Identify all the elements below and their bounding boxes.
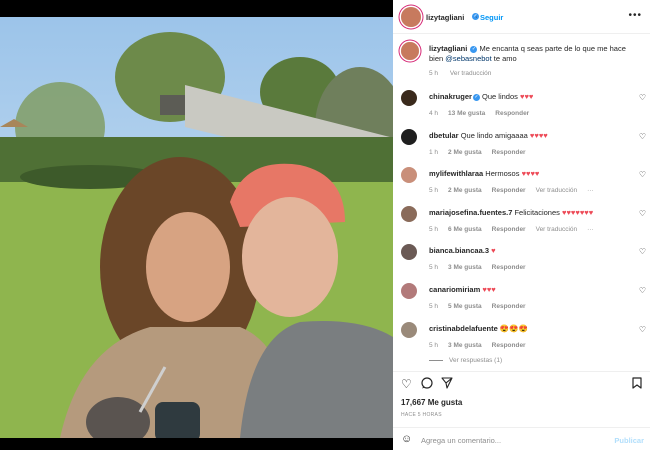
paper-plane-icon[interactable] (441, 377, 453, 392)
commenter-username[interactable]: bianca.biancaa.3 (429, 246, 489, 255)
caption-translate-link[interactable]: Ver traducción (450, 70, 492, 77)
comment-input[interactable]: Agrega un comentario... (421, 436, 501, 445)
commenter-avatar[interactable] (401, 167, 417, 183)
comment-emoji: ♥♥♥♥♥♥♥ (562, 208, 594, 217)
posted-ago: HACE 5 HORAS (401, 412, 442, 418)
add-comment-bar: ☺ Agrega un comentario... Publicar (393, 427, 650, 450)
comment-like-heart-icon[interactable]: ♡ (639, 170, 646, 179)
verified-badge-icon: ✓ (472, 93, 480, 101)
commenter-username[interactable]: mariajosefina.fuentes.7 (429, 208, 512, 217)
comment-time: 5 h (429, 226, 439, 233)
caption-mention-link[interactable]: @sebasnebot (445, 54, 491, 63)
comment-time: 4 h (429, 110, 439, 117)
photo-image (0, 17, 393, 438)
commenter-avatar[interactable] (401, 90, 417, 106)
comment-like-heart-icon[interactable]: ♡ (639, 286, 646, 295)
comment-emoji: ♥ (491, 246, 496, 255)
post-side-panel: lizytagliani ✓ · Seguir ••• lizytagliani… (393, 0, 650, 450)
comment-like-heart-icon[interactable]: ♡ (639, 93, 646, 102)
comment-likes[interactable]: 6 Me gusta (448, 226, 482, 233)
comment-emoji: ♥♥♥♥ (521, 169, 540, 178)
comment-time: 5 h (429, 264, 439, 271)
translate-link[interactable]: Ver traducción (536, 226, 578, 233)
commenter-username[interactable]: cristinabdelafuente (429, 324, 498, 333)
caption-author-avatar[interactable] (401, 42, 419, 60)
author-avatar[interactable] (401, 7, 421, 27)
commenter-avatar[interactable] (401, 244, 417, 260)
follow-button[interactable]: Seguir (480, 13, 503, 22)
comment-text: Que lindos (482, 92, 520, 101)
reply-button[interactable]: Responder (495, 110, 529, 117)
comment-like-heart-icon[interactable]: ♡ (639, 132, 646, 141)
comment-text: Que lindo amigaaaa (460, 131, 530, 140)
separator-dot: · (475, 12, 478, 21)
post-photo[interactable] (0, 17, 393, 438)
commenter-username[interactable]: dbetular (429, 131, 459, 140)
comment-time: 5 h (429, 303, 439, 310)
verified-badge-icon: ✓ (470, 45, 478, 53)
comment-options-icon[interactable]: ··· (587, 226, 594, 233)
commenter-username[interactable]: canariomiriam (429, 285, 480, 294)
comment-likes[interactable]: 3 Me gusta (448, 342, 482, 349)
replies-line (429, 359, 443, 361)
commenter-username[interactable]: chinakruger (429, 92, 472, 101)
comment-time: 1 h (429, 149, 439, 156)
comment-time: 5 h (429, 342, 439, 349)
reply-button[interactable]: Responder (492, 264, 526, 271)
comment-time: 5 h (429, 187, 439, 194)
bookmark-icon[interactable] (632, 377, 642, 392)
post-header: lizytagliani ✓ · Seguir ••• (393, 0, 650, 34)
commenter-username[interactable]: mylifewithlaraa (429, 169, 483, 178)
comment-likes[interactable]: 2 Me gusta (448, 149, 482, 156)
comment-text: Hermosos (485, 169, 522, 178)
caption-tail: te amo (493, 54, 517, 63)
comment-icon[interactable] (421, 377, 433, 392)
comment-like-heart-icon[interactable]: ♡ (639, 247, 646, 256)
comment-options-icon[interactable]: ··· (587, 187, 594, 194)
comment-emoji: ♥♥♥ (482, 285, 496, 294)
caption-username[interactable]: lizytagliani (429, 44, 467, 53)
heart-outline-icon[interactable]: ♡ (401, 377, 412, 391)
likes-count[interactable]: 17,667 Me gusta (401, 398, 462, 407)
translate-link[interactable]: Ver traducción (536, 187, 578, 194)
reply-button[interactable]: Responder (492, 226, 526, 233)
commenter-avatar[interactable] (401, 322, 417, 338)
comment-like-heart-icon[interactable]: ♡ (639, 325, 646, 334)
view-replies-link[interactable]: Ver respuestas (1) (429, 357, 502, 364)
reply-button[interactable]: Responder (492, 303, 526, 310)
author-username[interactable]: lizytagliani (426, 13, 464, 22)
comment-likes[interactable]: 5 Me gusta (448, 303, 482, 310)
reply-button[interactable]: Responder (492, 187, 526, 194)
comment-likes[interactable]: 13 Me gusta (448, 110, 485, 117)
reply-button[interactable]: Responder (492, 342, 526, 349)
comment-likes[interactable]: 3 Me gusta (448, 264, 482, 271)
comment-emoji: 😍😍😍 (499, 324, 528, 333)
comment-like-heart-icon[interactable]: ♡ (639, 209, 646, 218)
commenter-avatar[interactable] (401, 129, 417, 145)
reply-button[interactable]: Responder (492, 149, 526, 156)
caption-time: 5 h (429, 70, 439, 77)
commenter-avatar[interactable] (401, 206, 417, 222)
post-actions: ♡ 17,667 Me gusta HACE 5 HORAS ☺ Agrega … (393, 371, 650, 450)
view-replies-label: Ver respuestas (1) (449, 357, 503, 364)
comment-likes[interactable]: 2 Me gusta (448, 187, 482, 194)
comment-text: Felicitaciones (514, 208, 562, 217)
more-options-icon[interactable]: ••• (628, 10, 642, 21)
comment-emoji: ♥♥♥ (519, 92, 534, 101)
comment-emoji: ♥♥♥♥ (529, 131, 548, 140)
publish-button[interactable]: Publicar (614, 436, 644, 445)
emoji-icon[interactable]: ☺ (401, 433, 412, 445)
commenter-avatar[interactable] (401, 283, 417, 299)
